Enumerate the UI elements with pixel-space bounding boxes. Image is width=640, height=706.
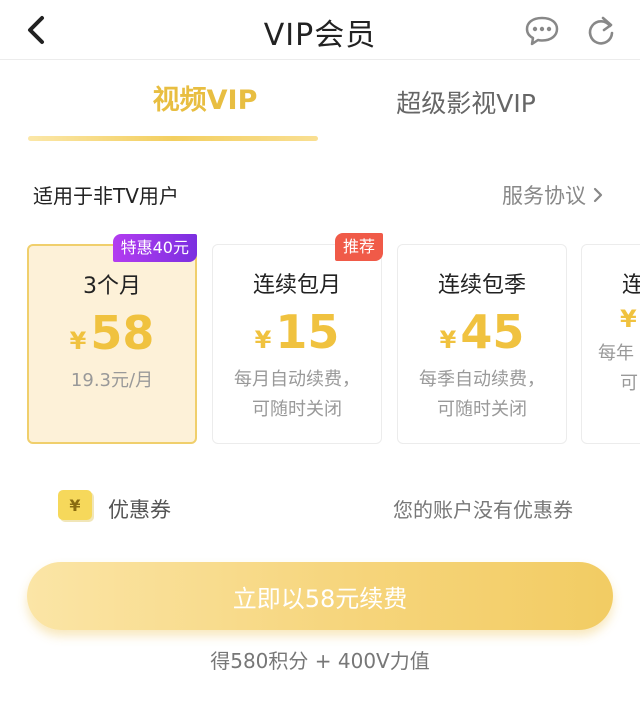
plan-description: 每年 可	[582, 339, 640, 399]
active-tab-indicator	[28, 136, 318, 141]
header-bar: VIP会员	[0, 0, 640, 60]
message-button[interactable]	[522, 14, 562, 48]
plan-name: 连续包月	[252, 273, 341, 298]
plan-description-line2: 可	[620, 373, 638, 394]
plan-description-line2: 可随时关闭	[252, 399, 342, 420]
plan-card-monthly[interactable]: 推荐 连续包月 ¥ 15 每月自动续费， 可随时关闭	[212, 233, 383, 444]
service-agreement-link[interactable]: 服务协议	[502, 180, 604, 210]
renew-pay-button[interactable]: 立即以58元续费	[27, 562, 613, 630]
tab-video-vip[interactable]: 视频VIP	[120, 78, 290, 124]
currency-symbol: ¥	[439, 326, 457, 354]
plan-name: 连	[622, 273, 640, 298]
coupon-label[interactable]: 优惠券	[108, 494, 171, 524]
discount-badge: 特惠40元	[112, 234, 197, 262]
currency-symbol: ¥	[69, 327, 87, 355]
plan-price: ¥ 58	[29, 306, 195, 360]
chevron-right-icon	[593, 187, 603, 203]
currency-symbol: ¥	[254, 326, 272, 354]
plan-description-line1: 每年	[598, 343, 634, 364]
plan-price: ¥	[582, 305, 640, 333]
applicable-users-text: 适用于非TV用户	[33, 184, 179, 208]
currency-symbol: ¥	[620, 305, 637, 333]
refresh-button[interactable]	[582, 12, 620, 50]
plan-price: ¥ 15	[213, 305, 381, 359]
price-value: 15	[275, 305, 340, 359]
plan-description-line2: 可随时关闭	[437, 399, 527, 420]
plan-description-line1: 每季自动续费，	[419, 369, 545, 390]
plan-list[interactable]: 特惠40元 3个月 ¥ 58 19.3元/月 推荐 连续包月 ¥ 15 每月自动…	[0, 232, 640, 447]
back-button[interactable]	[18, 12, 54, 48]
coupon-status: 您的账户没有优惠券	[393, 498, 573, 522]
coupon-icon: ¥	[58, 490, 92, 520]
plan-card-3-months[interactable]: 特惠40元 3个月 ¥ 58 19.3元/月	[27, 234, 197, 444]
plan-card-yearly-partial[interactable]: 连 ¥ 每年 可	[581, 244, 640, 444]
plan-description: 每季自动续费， 可随时关闭	[398, 365, 566, 425]
service-agreement-label: 服务协议	[502, 184, 586, 208]
chevron-left-icon	[28, 16, 44, 44]
chat-bubble-icon	[525, 16, 559, 46]
plan-price: ¥ 45	[398, 305, 566, 359]
plan-description: 每月自动续费， 可随时关闭	[213, 365, 381, 425]
plan-name: 3个月	[83, 274, 141, 299]
tab-super-film-vip[interactable]: 超级影视VIP	[376, 84, 556, 130]
price-value: 58	[90, 306, 155, 360]
coupon-yen-symbol: ¥	[69, 495, 81, 515]
points-reward-text: 得580积分 + 400V力值	[210, 649, 430, 673]
price-value: 45	[460, 305, 525, 359]
recommend-badge: 推荐	[334, 233, 383, 261]
plan-card-quarterly[interactable]: 连续包季 ¥ 45 每季自动续费， 可随时关闭	[397, 244, 567, 444]
plan-name: 连续包季	[437, 273, 526, 298]
plan-description-line1: 每月自动续费，	[234, 369, 360, 390]
plan-description: 19.3元/月	[70, 370, 154, 391]
refresh-icon	[588, 16, 614, 45]
